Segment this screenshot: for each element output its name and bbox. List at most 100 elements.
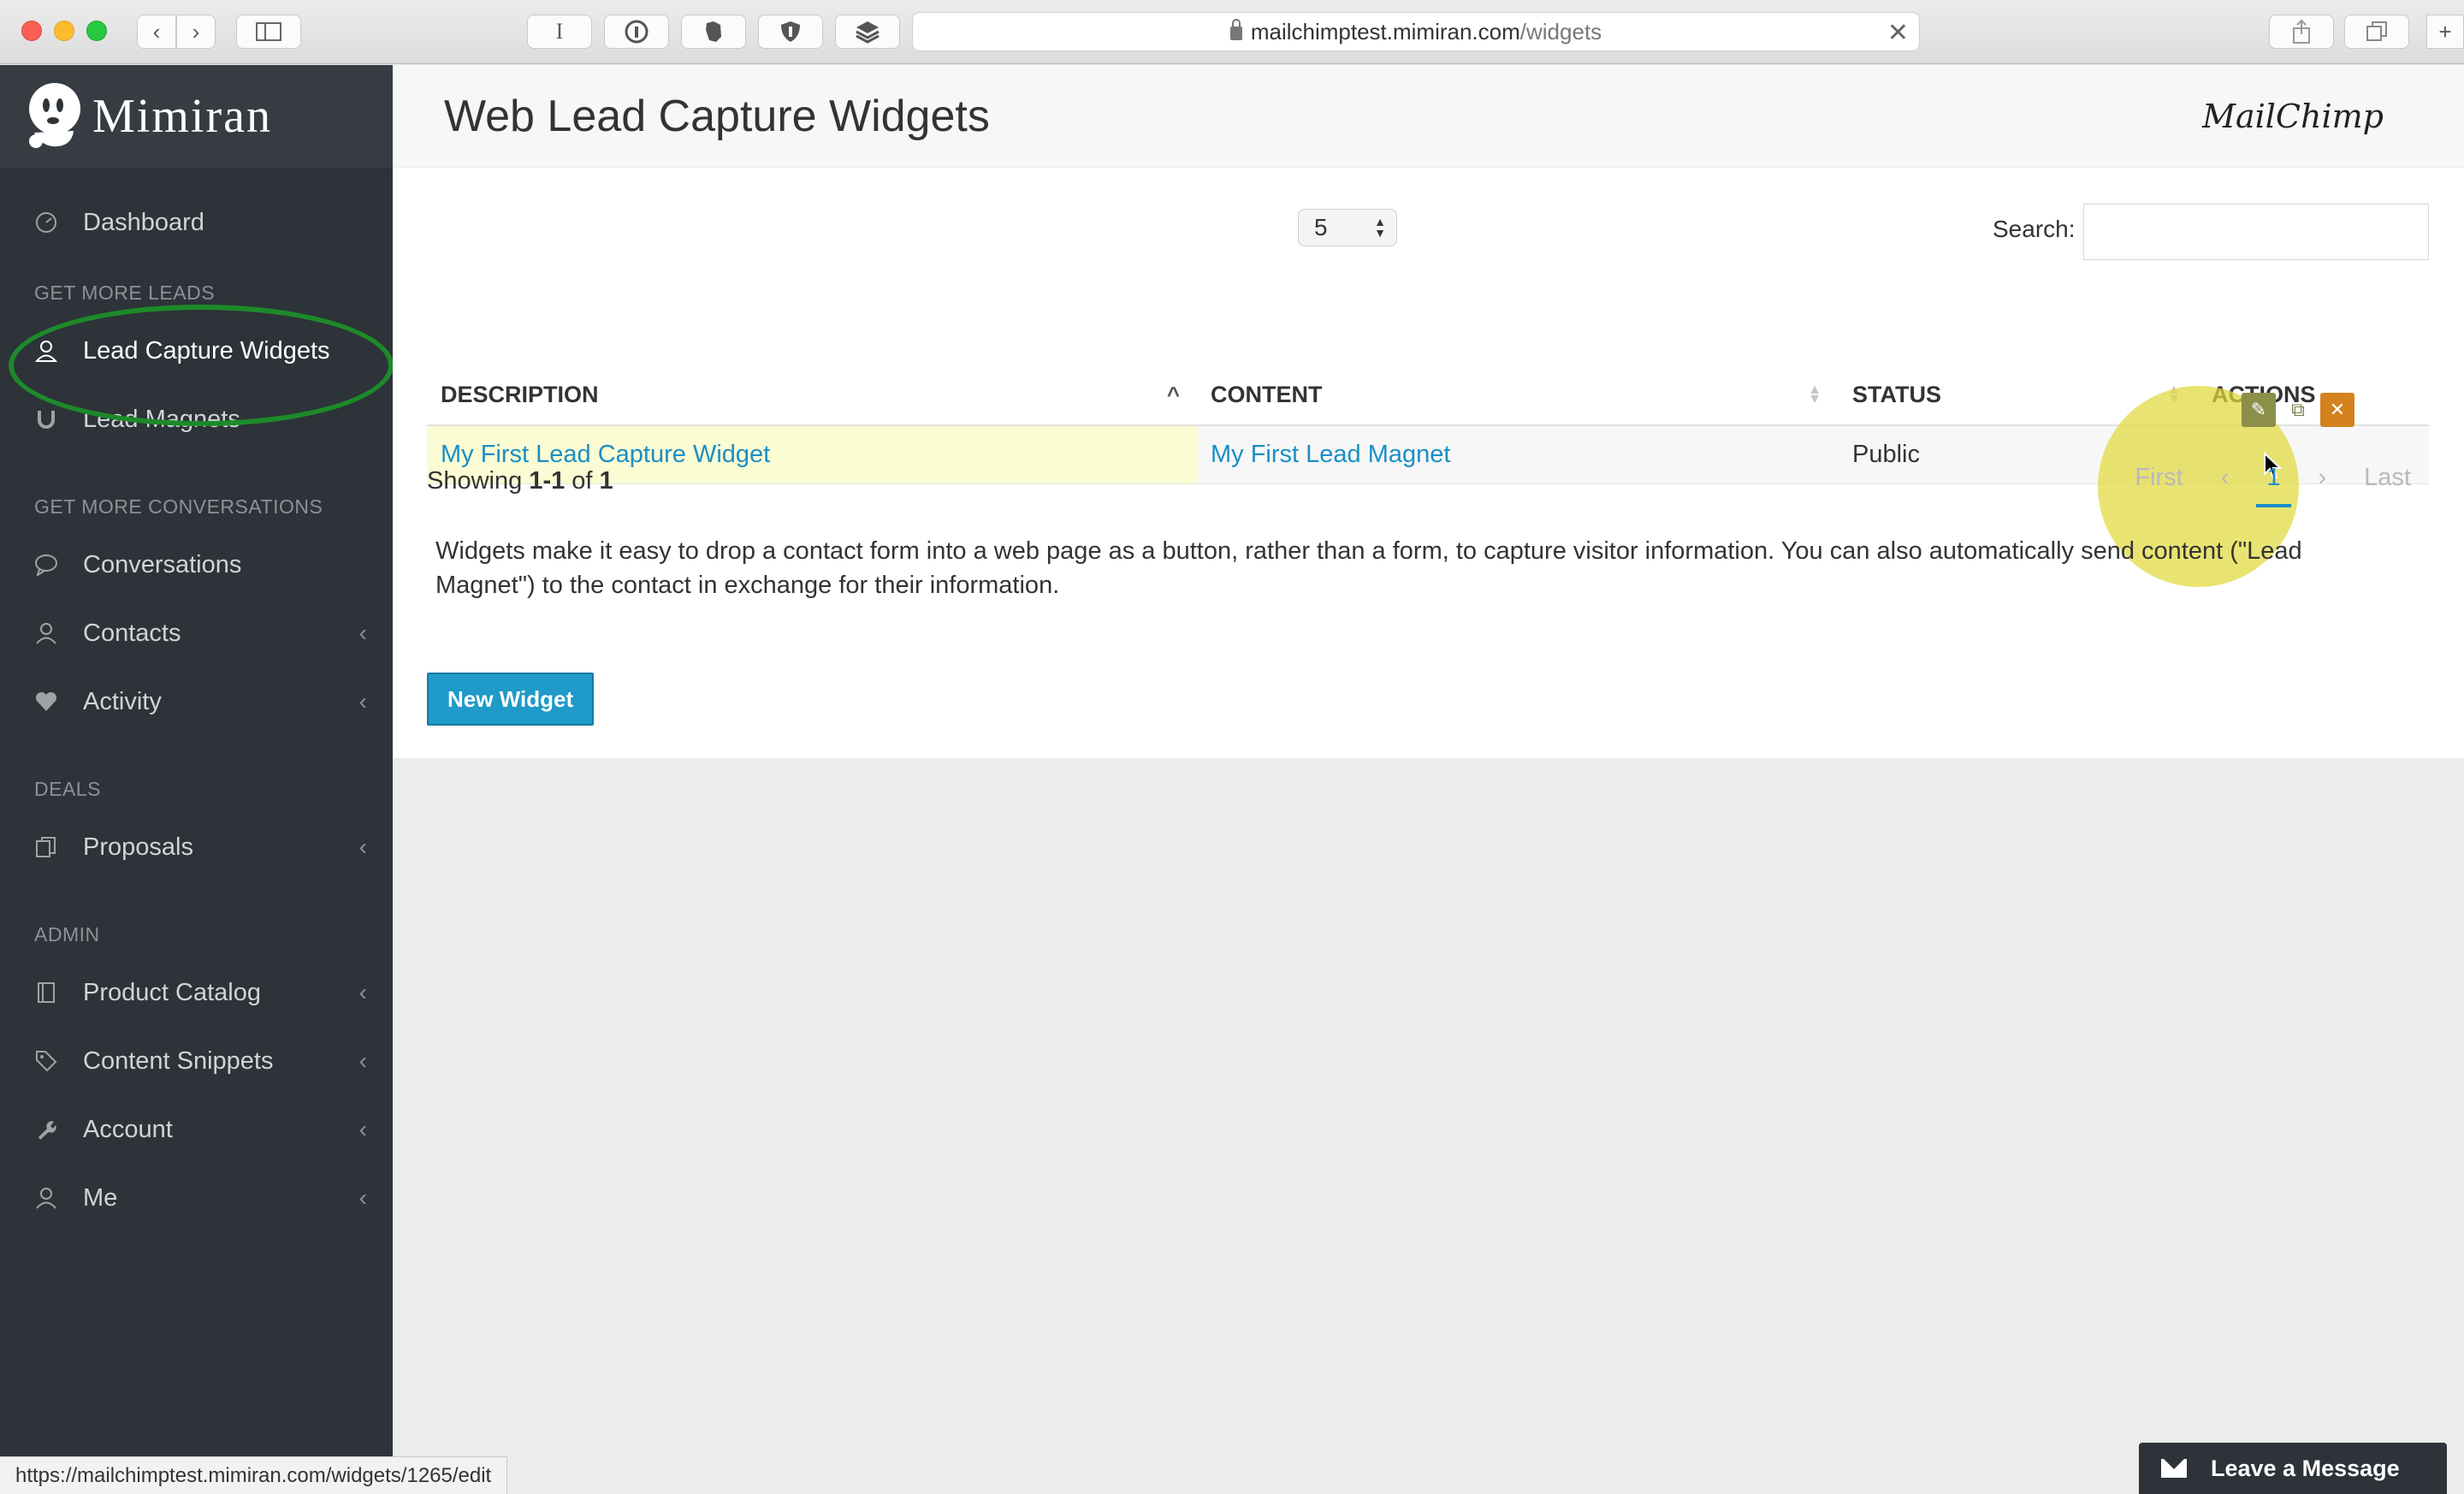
ublock-icon — [781, 21, 800, 42]
column-header-content[interactable]: CONTENT ▲ ▼ — [1197, 365, 1839, 424]
pencil-icon: ✎ — [2250, 399, 2267, 420]
pager-first[interactable]: First — [2116, 464, 2201, 492]
pager-current[interactable]: 1 — [2248, 464, 2299, 507]
dashboard-icon — [34, 210, 58, 234]
address-bar[interactable]: mailchimptest.mimiran.com/widgets ✕ — [912, 12, 1920, 51]
chevron-left-icon: ‹ — [358, 1047, 367, 1074]
sidebar-item-lead-magnets[interactable]: Lead Magnets — [0, 385, 393, 454]
ublock-extension-button[interactable] — [758, 15, 823, 49]
logo[interactable]: Mimiran — [0, 65, 393, 168]
url-host: mailchimptest.mimiran.com — [1250, 18, 1520, 44]
sidebar-item-product-catalog[interactable]: Product Catalog ‹ — [0, 958, 393, 1027]
show-tabs-button[interactable] — [2344, 15, 2409, 49]
sidebar-item-account[interactable]: Account ‹ — [0, 1095, 393, 1164]
sidebar-section-heading: ADMIN — [34, 923, 100, 946]
pagination: First ‹ 1 › Last — [2116, 464, 2430, 507]
column-header-description[interactable]: DESCRIPTION ^ — [427, 365, 1197, 424]
chevron-left-icon: ‹ — [358, 833, 367, 860]
sidebar-item-label: Lead Capture Widgets — [83, 336, 330, 365]
zoom-window-button[interactable] — [86, 21, 107, 41]
sidebar-item-label: Proposals — [83, 833, 193, 861]
share-icon — [2293, 19, 2310, 44]
reader-icon: I — [555, 19, 564, 44]
sidebar-item-proposals[interactable]: Proposals ‹ — [0, 813, 393, 881]
sort-icon: ▲ ▼ — [1808, 382, 1821, 406]
new-tab-button[interactable]: + — [2426, 15, 2464, 49]
share-button[interactable] — [2269, 15, 2334, 49]
wrench-icon — [34, 1118, 58, 1141]
info-icon — [625, 20, 649, 44]
select-arrows-icon: ▲ ▼ — [1374, 215, 1386, 240]
sidebar-item-lead-capture-widgets[interactable]: Lead Capture Widgets — [0, 317, 393, 385]
column-header-status[interactable]: STATUS ▲ ▼ — [1839, 365, 2198, 424]
search-input[interactable] — [2083, 204, 2429, 260]
showing-total: 1 — [599, 467, 613, 495]
status-bar-url: https://mailchimptest.mimiran.com/widget… — [0, 1456, 508, 1494]
row-actions: ✎ ⧉ ✕ — [2242, 393, 2360, 427]
magnet-icon — [34, 407, 58, 431]
pager-last[interactable]: Last — [2345, 464, 2430, 492]
back-button[interactable]: ‹ — [137, 15, 176, 49]
new-widget-button[interactable]: New Widget — [427, 673, 595, 726]
documents-icon — [34, 835, 58, 859]
sidebar-section-heading: DEALS — [34, 778, 101, 800]
chat-label: Leave a Message — [2211, 1455, 2400, 1481]
column-label: CONTENT — [1211, 381, 1323, 407]
sidebar-item-label: Dashboard — [83, 208, 204, 236]
widget-link[interactable]: My First Lead Capture Widget — [441, 441, 770, 469]
sidebar-item-label: Lead Magnets — [83, 405, 240, 433]
sidebar-item-label: Activity — [83, 687, 162, 715]
sidebar-item-contacts[interactable]: Contacts ‹ — [0, 599, 393, 667]
leave-message-button[interactable]: Leave a Message — [2139, 1443, 2447, 1494]
lead-magnet-link[interactable]: My First Lead Magnet — [1211, 441, 1450, 469]
sidebar-item-activity[interactable]: Activity ‹ — [0, 667, 393, 736]
chevron-left-icon: ‹ — [358, 620, 367, 646]
copy-button[interactable]: ⧉ — [2281, 393, 2315, 427]
sidebar-icon — [256, 22, 281, 41]
pager-prev[interactable]: ‹ — [2202, 464, 2248, 492]
book-icon — [34, 981, 58, 1005]
chevron-left-icon: ‹ — [358, 1116, 367, 1142]
info-extension-button[interactable] — [604, 15, 669, 49]
sidebar-item-label: Content Snippets — [83, 1046, 274, 1075]
sort-ascending-icon: ^ — [1166, 381, 1180, 407]
sidebar-item-dashboard[interactable]: Dashboard — [0, 188, 393, 257]
layers-icon — [856, 21, 880, 44]
minimize-window-button[interactable] — [54, 21, 74, 41]
sidebar-item-label: Contacts — [83, 619, 181, 647]
edit-button[interactable]: ✎ — [2242, 393, 2276, 427]
sidebar-item-label: Product Catalog — [83, 978, 261, 1006]
chevron-left-icon: ‹ — [358, 979, 367, 1005]
evernote-extension-button[interactable] — [681, 15, 746, 49]
chevron-left-icon: ‹ — [358, 688, 367, 714]
user-icon — [34, 1186, 58, 1210]
delete-button[interactable]: ✕ — [2320, 393, 2354, 427]
close-window-button[interactable] — [21, 21, 42, 41]
table-info: Showing 1-1 of 1 — [427, 467, 613, 495]
url-path: /widgets — [1519, 18, 1602, 44]
sidebar-item-conversations[interactable]: Conversations — [0, 531, 393, 599]
main-content: Web Lead Capture Widgets MailChimp 5 ▲ ▼ … — [393, 65, 2464, 1494]
sidebar-item-label: Me — [83, 1183, 118, 1212]
sidebar: Mimiran Dashboard GET MORE LEADS Lead Ca… — [0, 65, 393, 1494]
mimiran-mascot-icon — [29, 83, 80, 148]
envelope-icon — [2161, 1459, 2187, 1478]
layers-extension-button[interactable] — [835, 15, 900, 49]
reader-button[interactable]: I — [527, 15, 592, 49]
tag-icon — [34, 1049, 58, 1073]
sidebar-toggle-button[interactable] — [236, 15, 301, 49]
forward-button[interactable]: › — [176, 15, 216, 49]
evernote-icon — [706, 21, 721, 42]
mailchimp-logo: MailChimp — [2202, 98, 2384, 135]
pager-next[interactable]: › — [2300, 464, 2346, 492]
table-header: DESCRIPTION ^ CONTENT ▲▼ STATUS ▲▼ ACTIO… — [427, 365, 2429, 426]
page-size-select[interactable]: 5 ▲ ▼ — [1298, 209, 1397, 246]
sidebar-item-content-snippets[interactable]: Content Snippets ‹ — [0, 1027, 393, 1095]
new-tab-icon: + — [2438, 18, 2452, 44]
sort-icon: ▲ ▼ — [2167, 382, 2181, 406]
stop-loading-icon[interactable]: ✕ — [1887, 18, 1909, 48]
cell-content: My First Lead Magnet — [1197, 426, 1839, 483]
chevron-left-icon: ‹ — [152, 18, 161, 44]
column-label: DESCRIPTION — [441, 381, 599, 407]
sidebar-item-me[interactable]: Me ‹ — [0, 1164, 393, 1232]
